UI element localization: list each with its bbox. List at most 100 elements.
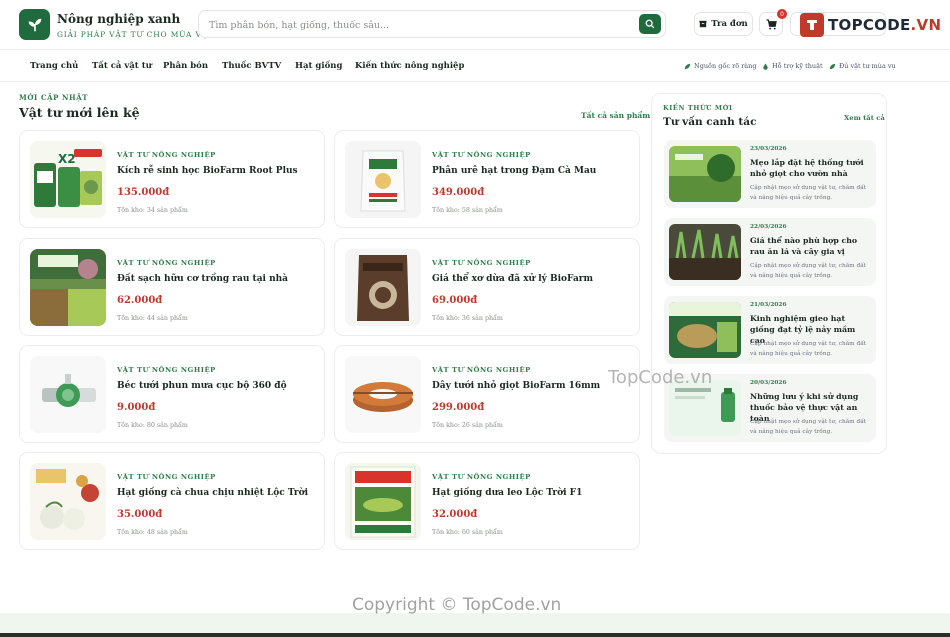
article-card[interactable]: 21/03/2026 Kinh nghiệm gieo hạt giống đạ… [664,296,876,364]
product-price: 62.000đ [117,295,163,306]
product-category: VẬT TƯ NÔNG NGHIỆP [432,259,531,267]
product-price: 69.000đ [432,295,478,306]
article-desc: Cập nhật mẹo sử dụng vật tư, chăm đất và… [750,185,867,201]
nav-item-fertilizer[interactable]: Phân bón [163,61,208,71]
product-stock: Tồn kho: 48 sản phẩm [117,529,188,536]
search-icon [645,19,655,29]
product-stock: Tồn kho: 60 sản phẩm [432,529,503,536]
article-date: 21/03/2026 [750,302,787,308]
copyright-watermark: Copyright © TopCode.vn [352,595,562,615]
product-card[interactable]: VẬT TƯ NÔNG NGHIỆP Đất sạch hữu cơ trồng… [19,238,325,336]
product-image [30,356,106,433]
articles-title: Tư vấn canh tác [663,116,757,128]
article-desc: Cập nhật mẹo sử dụng vật tư, chăm đất và… [750,419,867,435]
drop-icon [763,62,768,70]
articles-sidebar: KIẾN THỨC MỚI Tư vấn canh tác Xem tất cả… [651,93,887,454]
product-card[interactable]: VẬT TƯ NÔNG NGHIỆP Hạt giống dưa leo Lộc… [334,452,640,550]
article-date: 23/03/2026 [750,146,787,152]
product-category: VẬT TƯ NÔNG NGHIỆP [117,151,216,159]
article-desc: Cập nhật mẹo sử dụng vật tư, chăm đất và… [750,341,867,357]
product-price: 9.000đ [117,402,156,413]
product-name[interactable]: Kích rễ sinh học BioFarm Root Plus [117,166,298,176]
product-stock: Tồn kho: 26 sản phẩm [432,422,503,429]
article-title[interactable]: Mẹo lắp đặt hệ thống tưới nhỏ giọt cho v… [750,157,870,179]
topcode-watermark-logo: TOPCODE.VN [800,12,941,38]
search-button[interactable] [639,14,661,34]
product-image [345,356,421,433]
util-support: Hỗ trợ kỹ thuật [762,62,823,70]
product-name[interactable]: Hạt giống dưa leo Lộc Trời F1 [432,488,582,498]
product-image [345,141,421,218]
product-stock: Tồn kho: 44 sản phẩm [117,315,188,322]
box-icon [699,20,707,28]
product-name[interactable]: Giá thể xơ dừa đã xử lý BioFarm [432,274,593,284]
product-name[interactable]: Hạt giống cà chua chịu nhiệt Lộc Trời [117,488,308,498]
search-input[interactable] [209,16,629,34]
product-card[interactable]: VẬT TƯ NÔNG NGHIỆP Hạt giống cà chua chị… [19,452,325,550]
see-all-articles-link[interactable]: Xem tất cả [844,114,885,122]
product-image [345,249,421,326]
article-image [669,380,741,436]
site-header: Nông nghiệp xanh GIẢI PHÁP VẬT TƯ CHO MÙ… [0,0,950,50]
nav-item-seeds[interactable]: Hạt giống [295,61,342,71]
leaf-icon [829,63,836,69]
article-date: 22/03/2026 [750,224,787,230]
track-order-label: Tra đơn [711,19,748,29]
product-category: VẬT TƯ NÔNG NGHIỆP [432,151,531,159]
product-price: 32.000đ [432,509,478,520]
product-name[interactable]: Phân urê hạt trong Đạm Cà Mau [432,166,596,176]
util-origin: Nguồn gốc rõ ràng [684,62,757,70]
product-image [30,463,106,540]
product-stock: Tồn kho: 34 sản phẩm [117,207,188,214]
product-category: VẬT TƯ NÔNG NGHIỆP [117,473,216,481]
cart-count-badge: 0 [777,9,787,19]
see-all-products-link[interactable]: Tất cả sản phẩm [581,111,650,120]
track-order-button[interactable]: Tra đơn [694,12,753,36]
product-price: 135.000đ [117,187,170,198]
article-card[interactable]: 22/03/2026 Giá thể nào phù hợp cho rau ă… [664,218,876,286]
article-desc: Cập nhật mẹo sử dụng vật tư, chăm đất và… [750,263,867,279]
brand-name[interactable]: Nông nghiệp xanh [57,12,180,26]
product-image [345,463,421,540]
center-watermark: TopCode.vn [608,367,713,388]
cart-icon [765,18,777,30]
product-name[interactable]: Béc tưới phun mưa cục bộ 360 độ [117,381,287,391]
footer-bar [0,633,950,637]
product-image [30,249,106,326]
product-name[interactable]: Dây tưới nhỏ giọt BioFarm 16mm [432,381,600,391]
product-card[interactable]: X2 VẬT TƯ NÔNG NGHIỆP Kích rễ sinh học B… [19,130,325,228]
product-category: VẬT TƯ NÔNG NGHIỆP [432,366,531,374]
nav-item-home[interactable]: Trang chủ [30,61,78,71]
article-date: 20/03/2026 [750,380,787,386]
nav-item-knowledge[interactable]: Kiến thức nông nghiệp [355,61,464,71]
products-title: Vật tư mới lên kệ [19,105,140,120]
nav-item-pesticide[interactable]: Thuốc BVTV [222,61,281,71]
article-card[interactable]: 23/03/2026 Mẹo lắp đặt hệ thống tưới nhỏ… [664,140,876,208]
product-stock: Tồn kho: 80 sản phẩm [117,422,188,429]
util-supplies: Đủ vật tư mùa vụ [829,62,896,70]
product-card[interactable]: VẬT TƯ NÔNG NGHIỆP Dây tưới nhỏ giọt Bio… [334,345,640,443]
product-stock: Tồn kho: 36 sản phẩm [432,315,503,322]
articles-eyebrow: KIẾN THỨC MỚI [663,104,733,112]
product-stock: Tồn kho: 58 sản phẩm [432,207,503,214]
article-image [669,146,741,202]
product-card[interactable]: VẬT TƯ NÔNG NGHIỆP Phân urê hạt trong Đạ… [334,130,640,228]
product-category: VẬT TƯ NÔNG NGHIỆP [432,473,531,481]
product-card[interactable]: VẬT TƯ NÔNG NGHIỆP Béc tưới phun mưa cục… [19,345,325,443]
product-card[interactable]: VẬT TƯ NÔNG NGHIỆP Giá thể xơ dừa đã xử … [334,238,640,336]
product-image: X2 [30,141,106,218]
topcode-badge-icon [800,13,824,37]
topcode-logo-text: TOPCODE.VN [828,16,942,34]
search-bar [198,10,666,38]
logo-leaf-icon[interactable] [19,9,50,40]
product-price: 35.000đ [117,509,163,520]
product-category: VẬT TƯ NÔNG NGHIỆP [117,259,216,267]
leaf-icon [684,63,691,69]
article-image [669,224,741,280]
product-category: VẬT TƯ NÔNG NGHIỆP [117,366,216,374]
article-title[interactable]: Giá thể nào phù hợp cho rau ăn lá và cây… [750,235,870,257]
nav-item-all-supplies[interactable]: Tất cả vật tư [92,61,152,71]
product-price: 299.000đ [432,402,485,413]
product-name[interactable]: Đất sạch hữu cơ trồng rau tại nhà [117,274,288,284]
product-price: 349.000đ [432,187,485,198]
